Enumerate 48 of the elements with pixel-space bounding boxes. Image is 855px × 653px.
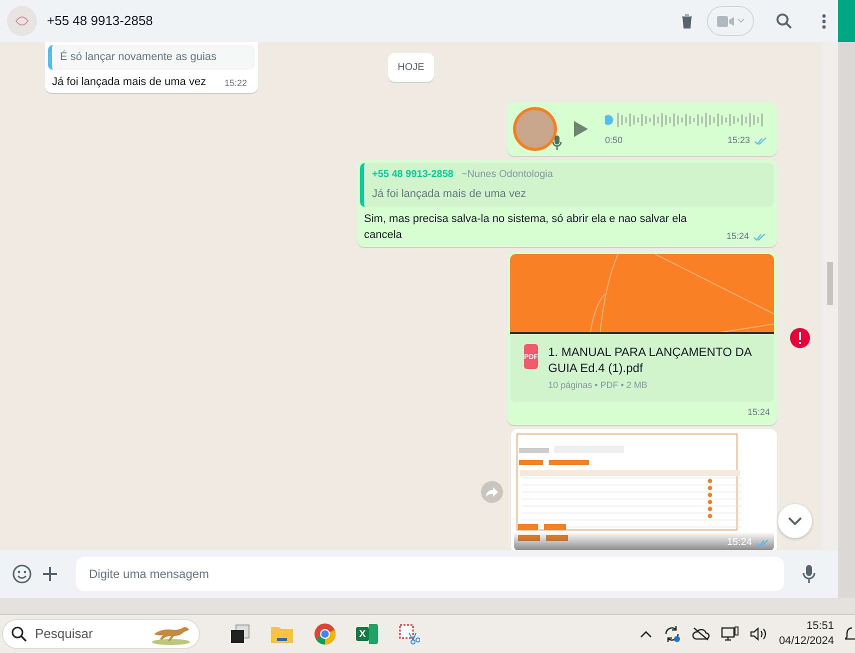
scroll-down-button[interactable] <box>778 504 812 538</box>
network-icon[interactable] <box>720 626 739 642</box>
sync-icon[interactable] <box>662 625 681 643</box>
quoted-message[interactable]: É só lançar novamente as guias <box>48 45 255 70</box>
quote-author-note: ~Nunes Odontologia <box>461 168 553 182</box>
microphone-icon <box>552 135 562 151</box>
microphone-icon[interactable] <box>802 564 816 584</box>
search-icon[interactable] <box>776 13 792 29</box>
video-camera-icon <box>717 16 734 26</box>
message-input-field[interactable]: Digite uma mensagem <box>76 557 784 591</box>
file-details: 10 páginas • PDF • 2 MB <box>548 378 648 392</box>
taskbar-search-field[interactable]: Pesquisar <box>2 619 200 649</box>
message-time: 15:22 <box>224 76 247 90</box>
message-text: Sim, mas precisa salva-la no sistema, só abrir ela e nao salvar ela cancela <box>364 212 688 243</box>
snipping-tool-icon[interactable] <box>398 623 420 645</box>
audio-duration: 0:50 <box>605 134 623 148</box>
avatar-photo-placeholder <box>513 107 557 151</box>
message-time: 15:24 <box>726 230 749 243</box>
message-time: 15:24 <box>726 536 752 550</box>
browser-icon[interactable] <box>314 623 336 645</box>
search-icon <box>11 626 27 642</box>
caret-icon <box>738 19 744 23</box>
menu-icon[interactable] <box>822 14 826 28</box>
quoted-text: Já foi lançada mais de uma vez <box>372 187 528 202</box>
taskbar-clock[interactable]: 15:51 04/12/2024 <box>778 619 834 649</box>
task-view-icon[interactable] <box>230 624 250 644</box>
accent-strip <box>838 0 855 42</box>
play-icon[interactable] <box>573 120 589 138</box>
message-text: Já foi lançada mais de uma vez <box>52 74 206 90</box>
search-placeholder: Pesquisar <box>35 625 93 644</box>
cloud-offline-icon[interactable] <box>692 627 710 641</box>
folder-icon[interactable] <box>270 624 294 644</box>
emoji-icon[interactable] <box>12 564 32 584</box>
quoted-text: É só lançar novamente as guias <box>60 50 218 65</box>
file-name: 1. MANUAL PARA LANÇAMENTO DA GUIA Ed.4 (1).pdf <box>548 344 753 376</box>
scrollbar-thumb[interactable] <box>827 262 833 305</box>
quote-author: +55 48 9913-2858 <box>372 168 454 182</box>
quoted-message[interactable]: +55 48 9913-2858 ~Nunes Odontologia Já foi lançada mais de uma vez <box>360 163 774 206</box>
chevron-up-icon[interactable] <box>640 630 652 638</box>
notification-bell-icon[interactable] <box>845 626 855 642</box>
error-icon[interactable] <box>790 328 810 348</box>
message-time: 15:24 <box>747 406 770 419</box>
delete-icon[interactable] <box>681 14 693 28</box>
plus-icon[interactable] <box>42 566 58 582</box>
chevron-down-icon <box>788 517 802 525</box>
message-time: 15:23 <box>727 134 750 148</box>
contact-name[interactable]: +55 48 9913-2858 <box>47 11 153 31</box>
volume-icon[interactable] <box>750 627 768 641</box>
